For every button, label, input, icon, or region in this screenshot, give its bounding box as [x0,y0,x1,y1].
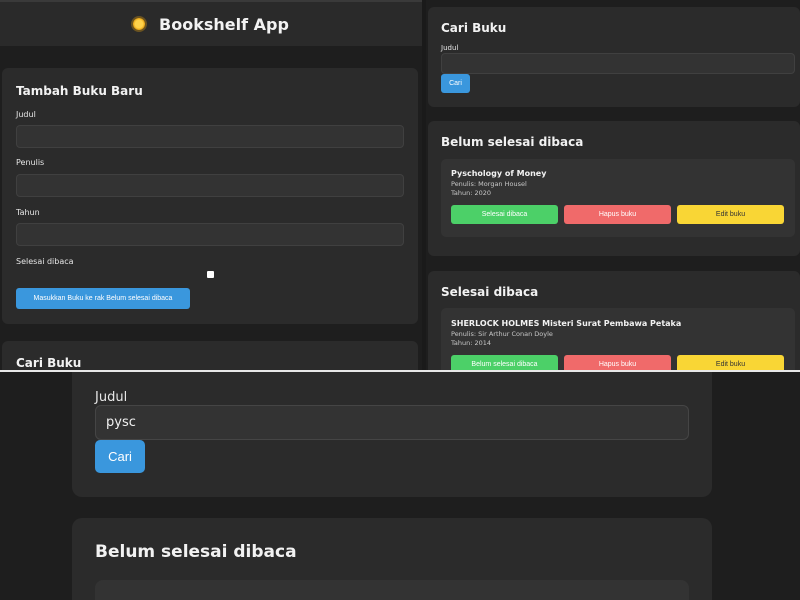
search-card: Cari Buku Judul Cari [428,7,800,107]
title-input[interactable] [16,125,404,148]
search-card-zoomed: Judul pysc Cari [72,372,712,497]
year-input[interactable] [16,223,404,246]
book-author: Penulis: Sir Arthur Conan Doyle [451,330,553,338]
book-item-zoomed [95,580,689,600]
book-item: Pyschology of Money Penulis: Morgan Hous… [441,159,795,237]
author-label: Penulis [16,158,45,167]
app-header: Bookshelf App [0,0,422,46]
search-card-left: Cari Buku [2,341,418,370]
submit-book-button[interactable]: Masukkan Buku ke rak Belum selesai dibac… [16,288,190,309]
finished-label: Selesai dibaca [16,257,74,266]
add-book-heading: Tambah Buku Baru [16,84,143,98]
mark-finished-button[interactable]: Selesai dibaca [451,205,558,224]
search-button-zoomed[interactable]: Cari [95,440,145,473]
read-shelf: Selesai dibaca SHERLOCK HOLMES Misteri S… [428,271,800,370]
search-button[interactable]: Cari [441,74,470,93]
delete-book-button[interactable]: Hapus buku [564,355,671,370]
search-heading: Cari Buku [441,21,507,35]
left-panel: Bookshelf App Tambah Buku Baru Judul Pen… [0,0,422,370]
unread-heading: Belum selesai dibaca [441,135,584,149]
delete-book-button[interactable]: Hapus buku [564,205,671,224]
add-book-card: Tambah Buku Baru Judul Penulis Tahun Sel… [2,68,418,324]
book-item: SHERLOCK HOLMES Misteri Surat Pembawa Pe… [441,308,795,370]
search-heading-left: Cari Buku [16,356,82,370]
author-input[interactable] [16,174,404,197]
search-input-value: pysc [106,415,136,430]
title-label: Judul [16,110,36,119]
year-label: Tahun [16,208,40,217]
search-input-zoomed[interactable]: pysc [95,405,689,440]
search-label-zoomed: Judul [95,390,128,405]
unread-shelf-zoomed: Belum selesai dibaca [72,518,712,600]
edit-book-button[interactable]: Edit buku [677,355,784,370]
book-year: Tahun: 2020 [451,189,492,197]
book-year: Tahun: 2014 [451,339,492,347]
finished-checkbox[interactable] [207,271,214,278]
app-title: Bookshelf App [159,14,289,34]
book-author: Penulis: Morgan Housel [451,180,527,188]
search-label: Judul [441,44,459,52]
book-title: SHERLOCK HOLMES Misteri Surat Pembawa Pe… [451,319,682,328]
zoomed-panel: Judul pysc Cari Belum selesai dibaca [0,372,800,600]
sun-icon [133,18,146,30]
search-input[interactable] [441,53,795,74]
unread-heading-zoomed: Belum selesai dibaca [95,542,297,562]
edit-book-button[interactable]: Edit buku [677,205,784,224]
read-heading: Selesai dibaca [441,285,539,299]
right-panel: Cari Buku Judul Cari Belum selesai dibac… [426,0,800,370]
book-title: Pyschology of Money [451,169,547,178]
unread-shelf: Belum selesai dibaca Pyschology of Money… [428,121,800,256]
mark-unfinished-button[interactable]: Belum selesai dibaca [451,355,558,370]
screenshot-collage: Bookshelf App Tambah Buku Baru Judul Pen… [0,0,800,600]
